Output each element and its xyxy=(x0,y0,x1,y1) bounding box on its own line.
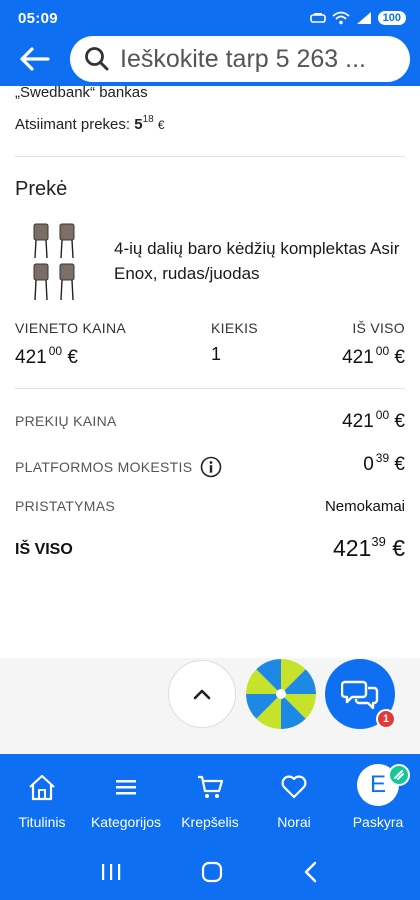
unit-price: 421 00 € xyxy=(15,344,78,369)
grand-total-whole: 421 xyxy=(332,535,372,561)
delivery-label: PRISTATYMAS xyxy=(15,498,116,514)
bottom-navigation: Titulinis Kategorijos Krepšelis Norai E … xyxy=(0,754,420,844)
grand-total: 42139 € xyxy=(333,534,405,562)
grand-total-label: IŠ VISO xyxy=(15,541,73,558)
battery-indicator: 100 xyxy=(377,11,406,25)
recent-apps-icon[interactable] xyxy=(99,862,123,882)
nav-label-categories: Kategorijos xyxy=(90,814,162,830)
quantity-value: 1 xyxy=(211,344,222,364)
nav-item-home[interactable]: Titulinis xyxy=(0,754,84,844)
nav-item-account[interactable]: E Paskyra xyxy=(336,754,420,844)
status-icons: 100 xyxy=(309,11,406,25)
home-button-icon[interactable] xyxy=(200,860,224,884)
platform-fee-currency: € xyxy=(394,454,405,475)
search-icon xyxy=(85,47,109,71)
unit-price-label: VIENETO KAINA xyxy=(15,320,127,336)
nav-item-wishlist[interactable]: Norai xyxy=(252,754,336,844)
pickup-currency: € xyxy=(157,118,165,132)
nav-label-wishlist: Norai xyxy=(277,814,311,830)
pickup-price-cents: 18 xyxy=(142,114,154,125)
delivery-value: Nemokamai xyxy=(324,498,405,515)
platform-fee: 0 39 € xyxy=(363,451,405,476)
search-input[interactable]: Ieškokite tarp 5 263 ... xyxy=(70,36,410,82)
item-section-title: Prekė xyxy=(15,178,68,200)
back-button-icon[interactable] xyxy=(301,860,321,884)
home-icon xyxy=(29,774,55,801)
wifi-icon xyxy=(332,11,350,25)
items-price-currency: € xyxy=(394,411,405,432)
divider xyxy=(15,388,405,389)
line-total: 421 00 € xyxy=(342,344,405,369)
unit-price-currency: € xyxy=(67,347,78,368)
status-bar: 05:09 100 xyxy=(0,0,420,36)
line-total-cents: 00 xyxy=(375,344,390,358)
scroll-to-top-button[interactable] xyxy=(168,660,236,728)
fortune-wheel-button[interactable] xyxy=(246,659,316,729)
payment-bank: „Swedbank“ bankas xyxy=(15,84,148,101)
nav-label-cart: Krepšelis xyxy=(181,814,239,830)
search-placeholder: Ieškokite tarp 5 263 ... xyxy=(120,44,366,73)
back-arrow-icon[interactable] xyxy=(18,44,58,74)
grand-total-currency: € xyxy=(392,535,405,561)
nav-label-account: Paskyra xyxy=(352,814,404,830)
pickup-label: Atsiimant prekes: xyxy=(15,116,131,133)
platform-fee-whole: 0 xyxy=(363,454,374,475)
line-total-currency: € xyxy=(394,347,405,368)
chat-icon xyxy=(341,680,379,710)
items-price: 421 00 € xyxy=(342,408,405,433)
alarm-icon xyxy=(309,13,326,23)
grand-total-cents: 39 xyxy=(371,534,386,549)
chat-unread-badge: 1 xyxy=(376,709,396,729)
items-price-label: PREKIŲ KAINA xyxy=(15,413,117,429)
nav-label-home: Titulinis xyxy=(18,814,66,830)
pickup-price-whole: 5 xyxy=(134,116,143,133)
nav-item-categories[interactable]: Kategorijos xyxy=(84,754,168,844)
unit-price-cents: 00 xyxy=(48,344,63,358)
info-icon[interactable] xyxy=(200,456,222,478)
items-price-whole: 421 xyxy=(342,411,374,432)
cart-icon xyxy=(198,775,224,798)
platform-fee-row: PLATFORMOS MOKESTIS xyxy=(15,456,222,478)
product-image[interactable] xyxy=(30,222,80,302)
line-total-whole: 421 xyxy=(342,347,374,368)
product-name[interactable]: 4-ių dalių baro kėdžių komplektas Asir E… xyxy=(114,236,404,286)
line-total-label: IŠ VISO xyxy=(352,320,405,336)
status-time: 05:09 xyxy=(18,9,58,27)
menu-icon xyxy=(116,780,136,795)
signal-icon xyxy=(356,12,371,24)
search-row: Ieškokite tarp 5 263 ... xyxy=(0,36,420,86)
verified-badge-icon xyxy=(388,764,410,786)
quantity-label: KIEKIS xyxy=(211,320,258,336)
divider xyxy=(15,156,405,157)
heart-icon xyxy=(281,775,307,799)
platform-fee-cents: 39 xyxy=(375,451,390,465)
pickup-price: Atsiimant prekes: 518 € xyxy=(15,114,165,133)
top-app-bar: 05:09 100 Ieškokite tarp 5 263 ... xyxy=(0,0,420,86)
chevron-up-icon xyxy=(193,689,211,700)
nav-item-cart[interactable]: Krepšelis xyxy=(168,754,252,844)
fortune-wheel-icon xyxy=(246,659,316,729)
unit-price-whole: 421 xyxy=(15,347,47,368)
platform-fee-label: PLATFORMOS MOKESTIS xyxy=(15,459,193,475)
items-price-cents: 00 xyxy=(375,408,390,422)
system-navigation-bar xyxy=(0,844,420,900)
